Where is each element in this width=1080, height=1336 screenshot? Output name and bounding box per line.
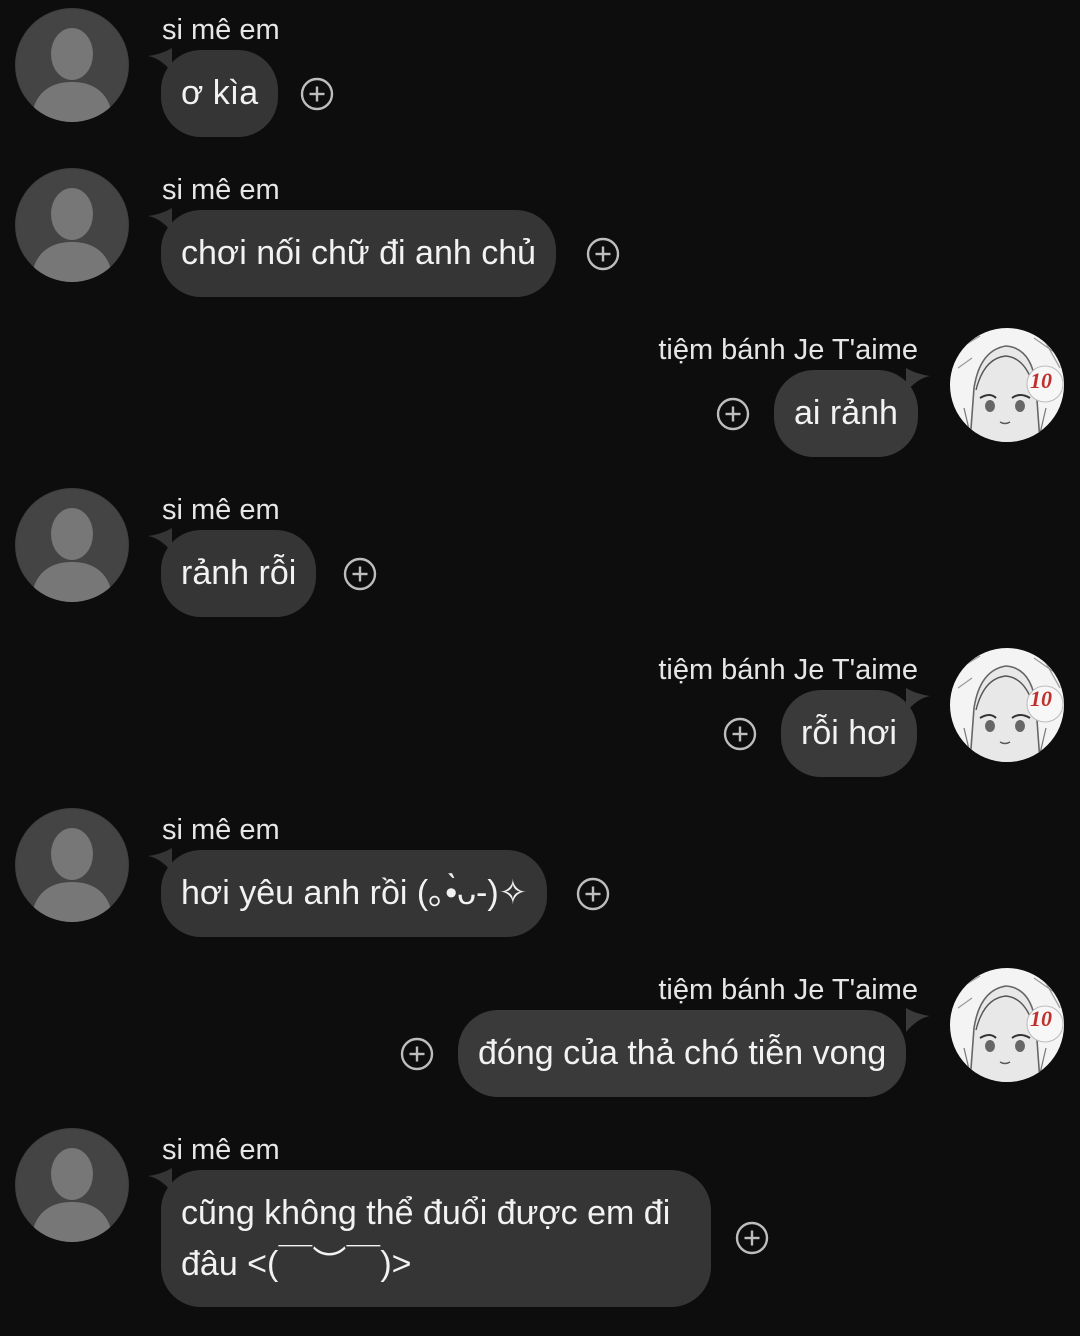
contact-avatar[interactable]	[15, 168, 129, 282]
contact-avatar[interactable]	[15, 1128, 129, 1242]
contact-avatar[interactable]	[15, 488, 129, 602]
sender-name: si mê em	[162, 1134, 280, 1166]
message-bubble[interactable]: cũng không thể đuổi được em đi đâu <(￣︶￣…	[161, 1170, 711, 1307]
message-bubble[interactable]: đóng của thả chó tiễn vong	[458, 1010, 907, 1097]
add-reaction-button[interactable]	[735, 1221, 769, 1255]
contact-avatar[interactable]	[15, 8, 129, 122]
plus-circle-icon	[400, 1037, 434, 1071]
message-bubble[interactable]: rảnh rỗi	[161, 530, 317, 617]
add-reaction-button[interactable]	[576, 877, 610, 911]
message-bubble[interactable]: chơi nối chữ đi anh chủ	[161, 210, 557, 297]
person-silhouette-icon	[15, 168, 129, 282]
person-silhouette-icon	[15, 488, 129, 602]
add-reaction-button[interactable]	[586, 237, 620, 271]
avatar-badge: 10	[1030, 368, 1052, 393]
bubble-tail	[906, 1008, 930, 1032]
sender-name: si mê em	[162, 494, 280, 526]
message-bubble[interactable]: rỗi hơi	[781, 690, 917, 777]
sender-name: si mê em	[162, 174, 280, 206]
plus-circle-icon	[735, 1221, 769, 1255]
plus-circle-icon	[716, 397, 750, 431]
sender-name: si mê em	[162, 14, 280, 46]
plus-circle-icon	[300, 77, 334, 111]
avatar-badge: 10	[1030, 686, 1052, 711]
plus-circle-icon	[343, 557, 377, 591]
add-reaction-button[interactable]	[400, 1037, 434, 1071]
add-reaction-button[interactable]	[723, 717, 757, 751]
message-bubble[interactable]: ai rảnh	[774, 370, 918, 457]
plus-circle-icon	[723, 717, 757, 751]
add-reaction-button[interactable]	[716, 397, 750, 431]
sender-name: tiệm bánh Je T'aime	[658, 334, 918, 366]
contact-avatar[interactable]	[15, 808, 129, 922]
message-bubble[interactable]: ơ kìa	[161, 50, 279, 137]
sender-name: tiệm bánh Je T'aime	[658, 654, 918, 686]
add-reaction-button[interactable]	[300, 77, 334, 111]
sender-name: si mê em	[162, 814, 280, 846]
plus-circle-icon	[576, 877, 610, 911]
person-silhouette-icon	[15, 1128, 129, 1242]
person-silhouette-icon	[15, 808, 129, 922]
message-bubble[interactable]: hơi yêu anh rồi (｡•̀ᴗ-)✧	[161, 850, 548, 937]
person-silhouette-icon	[15, 8, 129, 122]
plus-circle-icon	[586, 237, 620, 271]
avatar-badge: 10	[1030, 1006, 1052, 1031]
add-reaction-button[interactable]	[343, 557, 377, 591]
sender-name: tiệm bánh Je T'aime	[658, 974, 918, 1006]
